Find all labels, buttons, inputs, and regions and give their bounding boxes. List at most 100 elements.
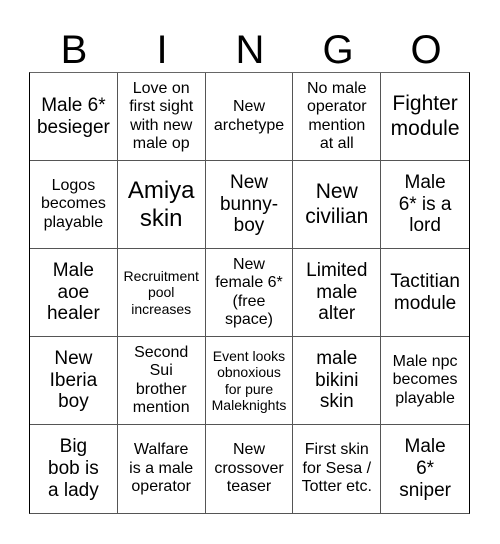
cell-text-line: becomes bbox=[392, 371, 458, 389]
cell-text-line: Logos bbox=[51, 176, 96, 194]
cell-text-line: module bbox=[390, 116, 460, 140]
bingo-cell-r3c5[interactable]: Tactitian module bbox=[381, 249, 469, 337]
cell-text-line: Event looks bbox=[212, 348, 286, 365]
bingo-cell-r4c3[interactable]: Event looks obnoxious for pure Maleknights bbox=[205, 337, 294, 425]
cell-text-line: for pure bbox=[224, 380, 274, 397]
bingo-cell-r2c3[interactable]: New bunny-boy bbox=[205, 161, 294, 249]
bingo-cell-r2c2[interactable]: Amiya skin bbox=[117, 161, 206, 249]
cell-text: New female 6* (free space) bbox=[215, 256, 283, 330]
cell-text-line: male bbox=[316, 281, 358, 303]
cell-text-line: Male bbox=[404, 171, 446, 193]
cell-text-line: crossover bbox=[214, 459, 284, 477]
cell-text-line: boy bbox=[233, 215, 265, 237]
cell-text-line: New bbox=[232, 98, 265, 116]
bingo-cell-r5c2[interactable]: Walfare is a male operator bbox=[118, 425, 206, 513]
bingo-cell-r3c4[interactable]: Limited male alter bbox=[293, 249, 382, 337]
bingo-cell-r5c3[interactable]: New crossover teaser bbox=[206, 425, 294, 513]
cell-text-line: sniper bbox=[399, 479, 451, 501]
header-letter-b: B bbox=[60, 28, 88, 72]
cell-text: Big bob is a lady bbox=[48, 436, 99, 502]
cell-text-line: brother bbox=[135, 380, 187, 398]
cell-text: Male npc becomes playable bbox=[393, 353, 458, 408]
cell-text: No male operator mention at all bbox=[307, 80, 367, 154]
cell-text-line: Second bbox=[134, 343, 189, 361]
bingo-cell-r5c4[interactable]: First skin for Sesa / Totter etc. bbox=[293, 425, 382, 513]
bingo-cell-r2c1[interactable]: Logos becomes playable bbox=[30, 161, 118, 249]
cell-text-line: lord bbox=[409, 215, 441, 237]
cell-text-line: 6* bbox=[416, 458, 435, 480]
bingo-cell-r2c5[interactable]: Male 6* is a lord bbox=[381, 161, 469, 249]
bingo-cell-r2c4[interactable]: New civilian bbox=[293, 161, 382, 249]
cell-text-line: Walfare bbox=[133, 441, 189, 459]
cell-text-line: teaser bbox=[226, 478, 272, 496]
cell-text-line: operator bbox=[306, 98, 367, 116]
cell-text-line: Maleknights bbox=[211, 396, 287, 413]
bingo-cell-free-space[interactable]: New female 6* (free space) bbox=[205, 249, 294, 337]
cell-text-line: bikini bbox=[315, 369, 359, 391]
cell-text-line: a lady bbox=[48, 479, 99, 501]
cell-text-line: pool bbox=[147, 284, 175, 301]
cell-text: New crossover teaser bbox=[214, 441, 283, 496]
cell-text-line: for Sesa / bbox=[302, 459, 372, 477]
cell-text-line: Fighter bbox=[392, 92, 458, 116]
cell-text-line: New bbox=[54, 347, 93, 369]
cell-text-line: First skin bbox=[304, 441, 369, 459]
bingo-cell-r1c1[interactable]: Male 6* besieger bbox=[30, 73, 118, 161]
cell-text: Tactitian module bbox=[390, 271, 460, 315]
cell-text-line: skin bbox=[319, 391, 354, 413]
cell-text-line: civilian bbox=[305, 204, 369, 228]
cell-text: First skin for Sesa / Totter etc. bbox=[302, 441, 372, 496]
cell-text-line: (free bbox=[232, 292, 266, 310]
cell-text-line: with new bbox=[130, 116, 193, 134]
cell-text: Amiya skin bbox=[128, 177, 195, 232]
cell-text: male bikini skin bbox=[315, 348, 358, 414]
bingo-cell-r4c1[interactable]: New Iberia boy bbox=[30, 337, 118, 425]
cell-text-line: healer bbox=[46, 303, 100, 325]
cell-text-line: module bbox=[393, 292, 457, 314]
cell-text-line: Iberia bbox=[49, 369, 98, 391]
cell-text-line: at all bbox=[319, 134, 354, 152]
cell-text: New Iberia boy bbox=[50, 348, 98, 414]
cell-text-line: Male bbox=[404, 436, 446, 458]
header-letter-g: G bbox=[322, 28, 354, 72]
cell-text: New civilian bbox=[305, 180, 368, 228]
cell-text-line: 6* is a bbox=[398, 193, 452, 215]
cell-text: Event looks obnoxious for pure Maleknights bbox=[212, 348, 287, 412]
bingo-cell-r1c2[interactable]: Love on first sight with new male op bbox=[117, 73, 206, 161]
cell-text: Logos becomes playable bbox=[41, 177, 106, 232]
cell-text-line: Limited bbox=[306, 259, 368, 281]
cell-text-line: New bbox=[232, 255, 265, 273]
bingo-cell-r4c5[interactable]: Male npc becomes playable bbox=[381, 337, 469, 425]
bingo-header: B I N G O bbox=[30, 28, 470, 73]
cell-text-line: Big bbox=[59, 436, 88, 458]
cell-text-line: archetype bbox=[213, 116, 285, 134]
cell-text-line: New bbox=[315, 180, 358, 204]
bingo-cell-r4c4[interactable]: male bikini skin bbox=[293, 337, 382, 425]
bingo-cell-r4c2[interactable]: Second Sui brother mention bbox=[117, 337, 206, 425]
bingo-cell-r5c5[interactable]: Male 6* sniper bbox=[381, 425, 469, 513]
cell-text-line: Tactitian bbox=[390, 270, 460, 292]
cell-text-line: besieger bbox=[36, 116, 110, 138]
bingo-cell-r3c2[interactable]: Recruitment pool increases bbox=[117, 249, 206, 337]
cell-text-line: becomes bbox=[40, 195, 106, 213]
bingo-cell-r3c1[interactable]: Male aoe healer bbox=[30, 249, 118, 337]
header-letter-n: N bbox=[235, 28, 265, 72]
bingo-cell-r1c5[interactable]: Fighter module bbox=[381, 73, 469, 161]
cell-text: New bunny-boy bbox=[220, 172, 278, 238]
bingo-cell-r5c1[interactable]: Big bob is a lady bbox=[30, 425, 118, 513]
cell-text-line: aoe bbox=[57, 281, 90, 303]
header-letter-o: O bbox=[410, 28, 442, 72]
cell-text-line: New bbox=[232, 441, 265, 459]
cell-text-line: Totter etc. bbox=[301, 478, 372, 496]
cell-text-line: boy bbox=[58, 391, 89, 413]
cell-text-line: alter bbox=[318, 303, 356, 325]
cell-text: Male aoe healer bbox=[47, 260, 100, 326]
bingo-cell-r1c4[interactable]: No male operator mention at all bbox=[293, 73, 382, 161]
cell-text-line: space) bbox=[224, 310, 273, 328]
cell-text-line: operator bbox=[131, 478, 191, 496]
cell-text-line: Male npc bbox=[392, 352, 458, 370]
cell-text: New archetype bbox=[214, 98, 284, 135]
cell-text-line: New bbox=[229, 171, 268, 193]
bingo-cell-r1c3[interactable]: New archetype bbox=[205, 73, 294, 161]
cell-text: Male 6* sniper bbox=[399, 436, 451, 502]
